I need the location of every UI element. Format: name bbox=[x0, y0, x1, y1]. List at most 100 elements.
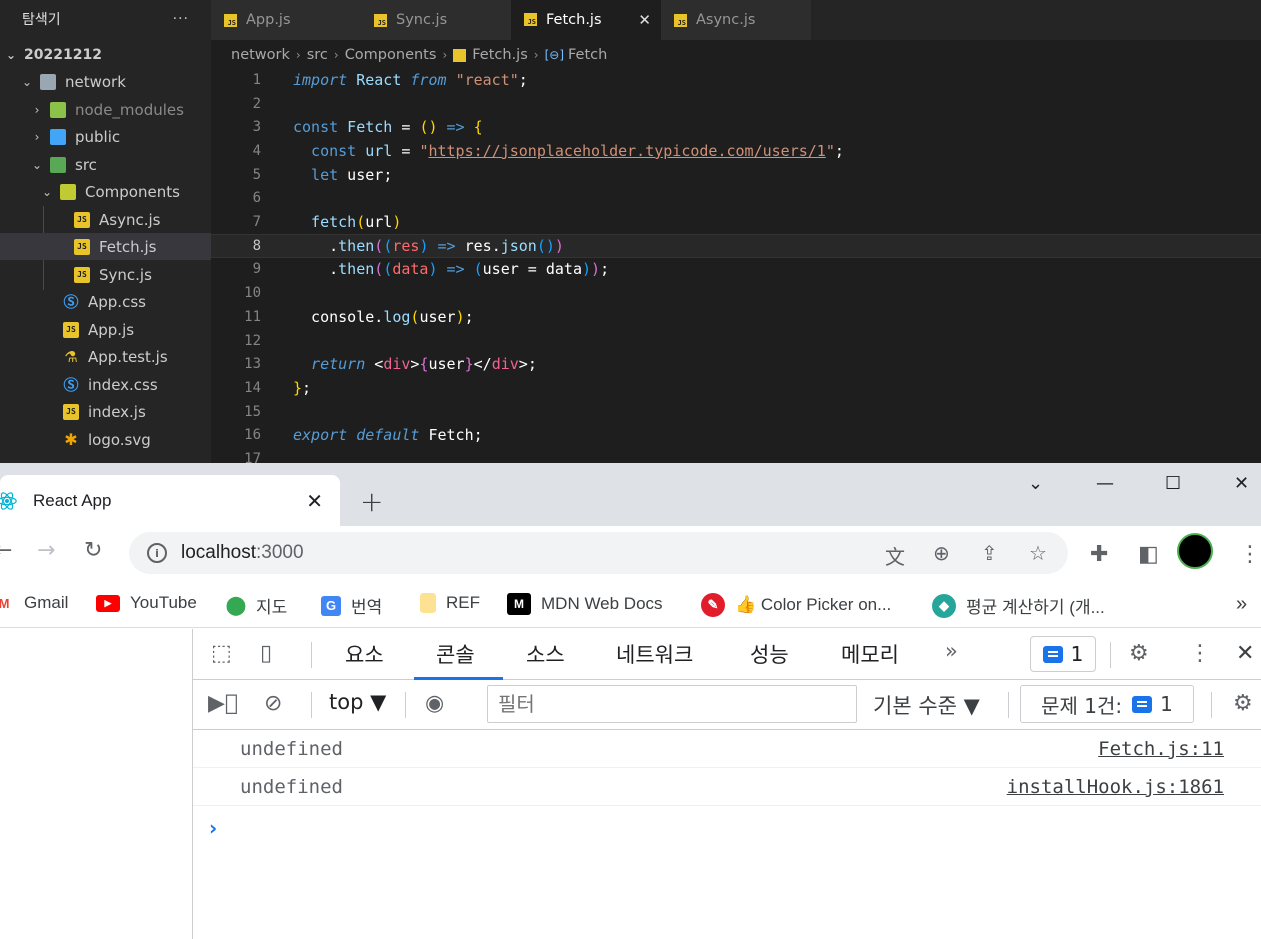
more-actions-icon[interactable]: ··· bbox=[173, 11, 189, 27]
breadcrumb-item[interactable]: Components bbox=[345, 47, 437, 63]
tree-folder-public[interactable]: › public bbox=[0, 123, 211, 150]
eye-icon[interactable]: ◉ bbox=[425, 691, 444, 716]
bookmark-label: 번역 bbox=[351, 598, 383, 617]
breadcrumb-item[interactable]: network bbox=[231, 47, 290, 63]
bookmarks-overflow-icon[interactable]: » bbox=[1236, 593, 1247, 616]
close-tab-icon[interactable]: ✕ bbox=[306, 489, 323, 513]
tab-app-js[interactable]: JS App.js bbox=[211, 0, 361, 40]
clear-console-icon[interactable]: ⊘ bbox=[264, 691, 282, 716]
tree-file-logo-svg[interactable]: ✱ logo.svg bbox=[0, 426, 211, 453]
tree-folder-network[interactable]: ⌄ network bbox=[0, 68, 211, 95]
js-file-icon: JS bbox=[374, 13, 387, 27]
console-log-row: undefined Fetch.js:11 bbox=[193, 730, 1261, 768]
bookmark-maps[interactable]: ⬤ 지도 bbox=[226, 593, 287, 618]
tab-console[interactable]: 콘솔 bbox=[436, 639, 475, 669]
code-line: 15 bbox=[211, 400, 1261, 424]
settings-gear-icon[interactable]: ⚙ bbox=[1129, 641, 1149, 666]
zoom-icon[interactable]: ⊕ bbox=[933, 541, 950, 565]
tab-async-js[interactable]: JS Async.js bbox=[661, 0, 811, 40]
close-window-icon[interactable]: ✕ bbox=[1234, 473, 1249, 494]
code-text: console.log(user); bbox=[293, 307, 474, 326]
log-source-link[interactable]: installHook.js:1861 bbox=[1007, 776, 1224, 798]
console-prompt[interactable]: › bbox=[209, 816, 217, 840]
breadcrumb-item[interactable]: Fetch.js bbox=[472, 47, 528, 63]
tab-sources[interactable]: 소스 bbox=[526, 639, 565, 669]
back-icon[interactable]: ← bbox=[0, 538, 12, 563]
menu-kebab-icon[interactable]: ⋮ bbox=[1239, 542, 1261, 567]
tree-file-app-test-js[interactable]: ⚗ App.test.js bbox=[0, 343, 211, 370]
tab-fetch-js[interactable]: JS Fetch.js ✕ bbox=[511, 0, 661, 40]
chevron-down-icon: ⌄ bbox=[21, 74, 33, 89]
extensions-icon[interactable]: ✚ bbox=[1090, 542, 1108, 567]
tab-search-icon[interactable]: ⌄ bbox=[1028, 473, 1043, 494]
tree-folder-node-modules[interactable]: › node_modules bbox=[0, 96, 211, 123]
tab-memory[interactable]: 메모리 bbox=[841, 639, 899, 669]
forward-icon[interactable]: → bbox=[37, 538, 55, 563]
tree-file-index-css[interactable]: Ⓢ index.css bbox=[0, 371, 211, 398]
tab-performance[interactable]: 성능 bbox=[750, 639, 789, 669]
console-settings-icon[interactable]: ⚙ bbox=[1233, 691, 1253, 716]
close-devtools-icon[interactable]: ✕ bbox=[1236, 641, 1254, 666]
browser-tab-react-app[interactable]: React App ✕ bbox=[0, 475, 340, 526]
minimize-icon[interactable]: — bbox=[1096, 473, 1114, 494]
editor-area: JS App.js JS Sync.js JS Fetch.js ✕ JS As… bbox=[211, 0, 1261, 463]
tree-file-async-js[interactable]: JS Async.js bbox=[0, 206, 211, 233]
code-line: 9 .then((data) => (user = data)); bbox=[211, 258, 1261, 282]
share-icon[interactable]: ⇪ bbox=[981, 541, 998, 565]
line-number: 1 bbox=[252, 71, 261, 88]
bookmark-translate[interactable]: G 번역 bbox=[321, 593, 382, 618]
reload-icon[interactable]: ↻ bbox=[84, 538, 102, 563]
new-tab-button[interactable]: + bbox=[360, 485, 383, 518]
more-tabs-icon[interactable]: » bbox=[945, 639, 958, 663]
bookmark-folder-ref[interactable]: REF bbox=[420, 593, 480, 613]
tree-root-20221212[interactable]: ⌄ 20221212 bbox=[0, 41, 211, 68]
tree-file-sync-js[interactable]: JS Sync.js bbox=[0, 261, 211, 288]
tree-folder-src[interactable]: ⌄ src bbox=[0, 151, 211, 178]
issues-badge[interactable]: 1 bbox=[1030, 636, 1096, 672]
url-host: localhost bbox=[181, 542, 256, 563]
tree-file-app-css[interactable]: Ⓢ App.css bbox=[0, 288, 211, 315]
context-selector[interactable]: top ▼ bbox=[329, 690, 386, 714]
code-line: 12 bbox=[211, 329, 1261, 353]
log-source-link[interactable]: Fetch.js:11 bbox=[1098, 738, 1224, 760]
device-toolbar-icon[interactable]: ▯ bbox=[260, 641, 272, 666]
bookmark-color-picker[interactable]: ✎ 👍 Color Picker on... bbox=[701, 593, 891, 617]
tree-file-app-js[interactable]: JS App.js bbox=[0, 316, 211, 343]
line-number: 7 bbox=[252, 214, 261, 231]
code-text: const url = "https://jsonplaceholder.typ… bbox=[293, 141, 844, 160]
issues-count-button[interactable]: 문제 1건: 1 bbox=[1020, 685, 1194, 723]
inspect-element-icon[interactable]: ⬚ bbox=[211, 641, 232, 666]
tree-item-label: Async.js bbox=[99, 210, 161, 229]
bookmark-mdn[interactable]: M MDN Web Docs bbox=[507, 593, 663, 615]
line-number: 2 bbox=[252, 95, 261, 112]
side-panel-icon[interactable]: ◧ bbox=[1138, 542, 1159, 567]
line-number: 16 bbox=[244, 427, 261, 444]
bookmark-star-icon[interactable]: ☆ bbox=[1029, 541, 1047, 565]
tree-file-fetch-js[interactable]: JS Fetch.js bbox=[0, 233, 211, 260]
address-bar[interactable]: i localhost :3000 文 ⊕ ⇪ ☆ bbox=[129, 532, 1068, 574]
bookmark-label: YouTube bbox=[130, 593, 197, 612]
maximize-icon[interactable]: ☐ bbox=[1165, 473, 1181, 494]
tree-item-label: App.test.js bbox=[88, 347, 168, 366]
code-line-current: 8 .then((res) => res.json()) bbox=[211, 233, 1261, 258]
tree-folder-components[interactable]: ⌄ Components bbox=[0, 178, 211, 205]
tree-file-index-js[interactable]: JS index.js bbox=[0, 398, 211, 425]
bookmark-average-calc[interactable]: ◆ 평균 계산하기 (개... bbox=[932, 593, 1105, 618]
profile-avatar[interactable] bbox=[1177, 533, 1213, 569]
close-icon[interactable]: ✕ bbox=[638, 11, 651, 29]
breadcrumb-item[interactable]: Fetch bbox=[568, 47, 607, 63]
tab-elements[interactable]: 요소 bbox=[345, 639, 384, 669]
more-options-icon[interactable]: ⋮ bbox=[1189, 641, 1211, 666]
log-level-selector[interactable]: 기본 수준 ▼ bbox=[873, 690, 980, 720]
sidebar-toggle-icon[interactable]: ▶⃞ bbox=[208, 691, 238, 716]
breadcrumb-item[interactable]: src bbox=[307, 47, 328, 63]
tree-item-label: network bbox=[65, 72, 126, 91]
site-info-icon[interactable]: i bbox=[147, 543, 167, 563]
console-filter-input[interactable] bbox=[487, 685, 857, 723]
translate-page-icon[interactable]: 文 bbox=[885, 541, 905, 570]
bookmark-youtube[interactable]: ▶ YouTube bbox=[96, 593, 197, 613]
bookmark-gmail[interactable]: M Gmail bbox=[0, 593, 68, 613]
tab-sync-js[interactable]: JS Sync.js bbox=[361, 0, 511, 40]
tab-network[interactable]: 네트워크 bbox=[616, 639, 693, 669]
tree-item-label: index.js bbox=[88, 402, 146, 421]
